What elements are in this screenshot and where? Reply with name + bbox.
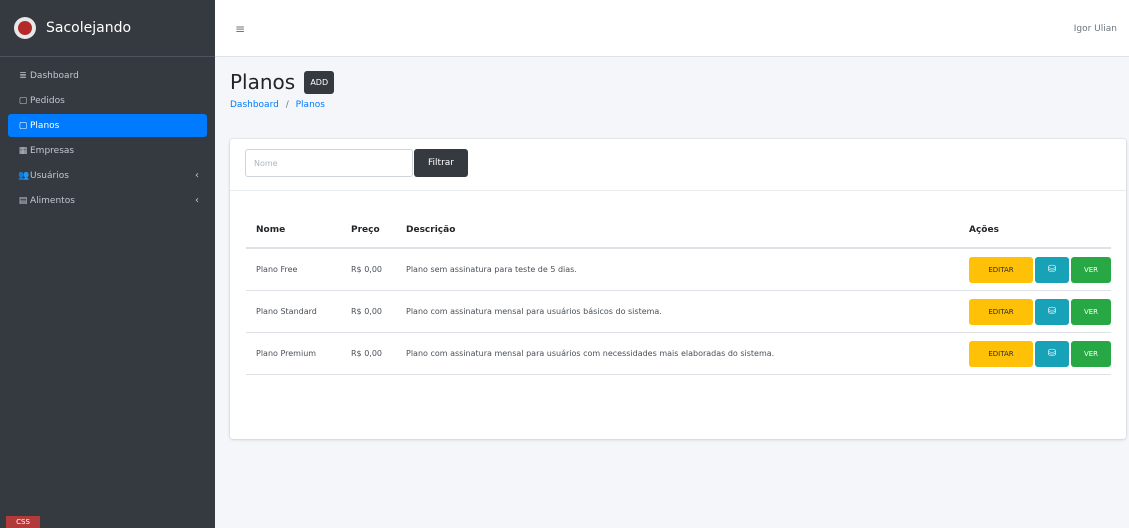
topbar: ≡ Igor Ulian: [215, 0, 1129, 57]
filter-bar: Filtrar: [230, 139, 1126, 191]
plan-name: Plano Free: [246, 248, 341, 291]
column-header-nome: Nome: [246, 212, 341, 249]
row-actions: EDITAR ⛁ VER: [959, 290, 1111, 333]
sidebar-item-planos[interactable]: ▢ Planos: [8, 114, 207, 137]
brand-logo-icon: [14, 17, 36, 39]
sidebar-footer-badge: CSS: [6, 516, 40, 528]
sidebar: Sacolejando ≣ Dashboard ▢ Pedidos ▢ Plan…: [0, 0, 215, 528]
sidebar-item-dashboard[interactable]: ≣ Dashboard: [8, 64, 207, 87]
plan-description: Plano com assinatura mensal para usuário…: [396, 332, 959, 375]
column-header-preco: Preço: [341, 212, 396, 249]
edit-button[interactable]: EDITAR: [969, 340, 1033, 367]
chevron-left-icon: ‹: [195, 170, 199, 181]
brand[interactable]: Sacolejando: [0, 0, 215, 57]
plan-description: Plano com assinatura mensal para usuário…: [396, 290, 959, 333]
building-icon: ▦: [18, 145, 28, 156]
add-button[interactable]: ADD: [304, 70, 335, 94]
row-actions: EDITAR ⛁ VER: [959, 332, 1111, 375]
name-filter-input[interactable]: [245, 149, 413, 177]
column-header-descricao: Descrição: [396, 212, 959, 249]
sidebar-item-label: Dashboard: [30, 70, 79, 81]
breadcrumb-home-link[interactable]: Dashboard: [230, 100, 279, 110]
plans-table: Nome Preço Descrição Ações Plano Free R$…: [246, 212, 1111, 375]
plan-price: R$ 0,00: [341, 290, 396, 333]
page-title: Planos: [230, 70, 296, 94]
sidebar-item-label: Planos: [30, 120, 60, 131]
view-button[interactable]: VER: [1071, 298, 1111, 325]
edit-button[interactable]: EDITAR: [969, 256, 1033, 283]
sidebar-item-pedidos[interactable]: ▢ Pedidos: [8, 89, 207, 112]
sidebar-item-label: Empresas: [30, 145, 75, 156]
chevron-left-icon: ‹: [195, 195, 199, 206]
filter-button[interactable]: Filtrar: [414, 149, 468, 177]
content-header: Planos ADD Dashboard / Planos: [230, 70, 335, 110]
sidebar-nav: ≣ Dashboard ▢ Pedidos ▢ Planos ▦ Empresa…: [0, 57, 215, 212]
food-icon: ▤: [18, 195, 28, 206]
brand-name: Sacolejando: [46, 20, 132, 36]
calendar-icon: ▢: [18, 120, 28, 131]
calendar-icon: ▢: [18, 95, 28, 106]
plan-price: R$ 0,00: [341, 332, 396, 375]
plan-name: Plano Premium: [246, 332, 341, 375]
view-button[interactable]: VER: [1071, 256, 1111, 283]
breadcrumb-separator: /: [285, 100, 289, 110]
user-name[interactable]: Igor Ulian: [1074, 24, 1117, 34]
row-actions: EDITAR ⛁ VER: [959, 248, 1111, 291]
column-header-acoes: Ações: [959, 212, 1111, 249]
table-row: Plano Standard R$ 0,00 Plano com assinat…: [246, 290, 1111, 333]
plan-description: Plano sem assinatura para teste de 5 dia…: [396, 248, 959, 291]
plans-card: Filtrar Nome Preço Descrição Ações Plano…: [230, 139, 1126, 439]
edit-button[interactable]: EDITAR: [969, 298, 1033, 325]
sidebar-item-alimentos[interactable]: ▤ Alimentos ‹: [8, 189, 207, 212]
sidebar-item-label: Pedidos: [30, 95, 65, 106]
sidebar-item-label: Alimentos: [30, 195, 75, 206]
database-icon[interactable]: ⛁: [1035, 256, 1069, 283]
database-icon[interactable]: ⛁: [1035, 298, 1069, 325]
breadcrumb-current: Planos: [295, 100, 325, 110]
plan-price: R$ 0,00: [341, 248, 396, 291]
plan-name: Plano Standard: [246, 290, 341, 333]
table-header-row: Nome Preço Descrição Ações: [246, 212, 1111, 249]
sidebar-item-empresas[interactable]: ▦ Empresas: [8, 139, 207, 162]
table-row: Plano Premium R$ 0,00 Plano com assinatu…: [246, 332, 1111, 375]
users-icon: 👥: [18, 170, 30, 181]
list-icon: ≣: [19, 70, 27, 81]
breadcrumb: Dashboard / Planos: [230, 100, 334, 110]
view-button[interactable]: VER: [1071, 340, 1111, 367]
database-icon[interactable]: ⛁: [1035, 340, 1069, 367]
table-row: Plano Free R$ 0,00 Plano sem assinatura …: [246, 248, 1111, 291]
sidebar-item-label: Usuários: [30, 170, 69, 181]
sidebar-item-usuarios[interactable]: 👥 Usuários ‹: [8, 164, 207, 187]
hamburger-menu-icon[interactable]: ≡: [235, 22, 245, 36]
